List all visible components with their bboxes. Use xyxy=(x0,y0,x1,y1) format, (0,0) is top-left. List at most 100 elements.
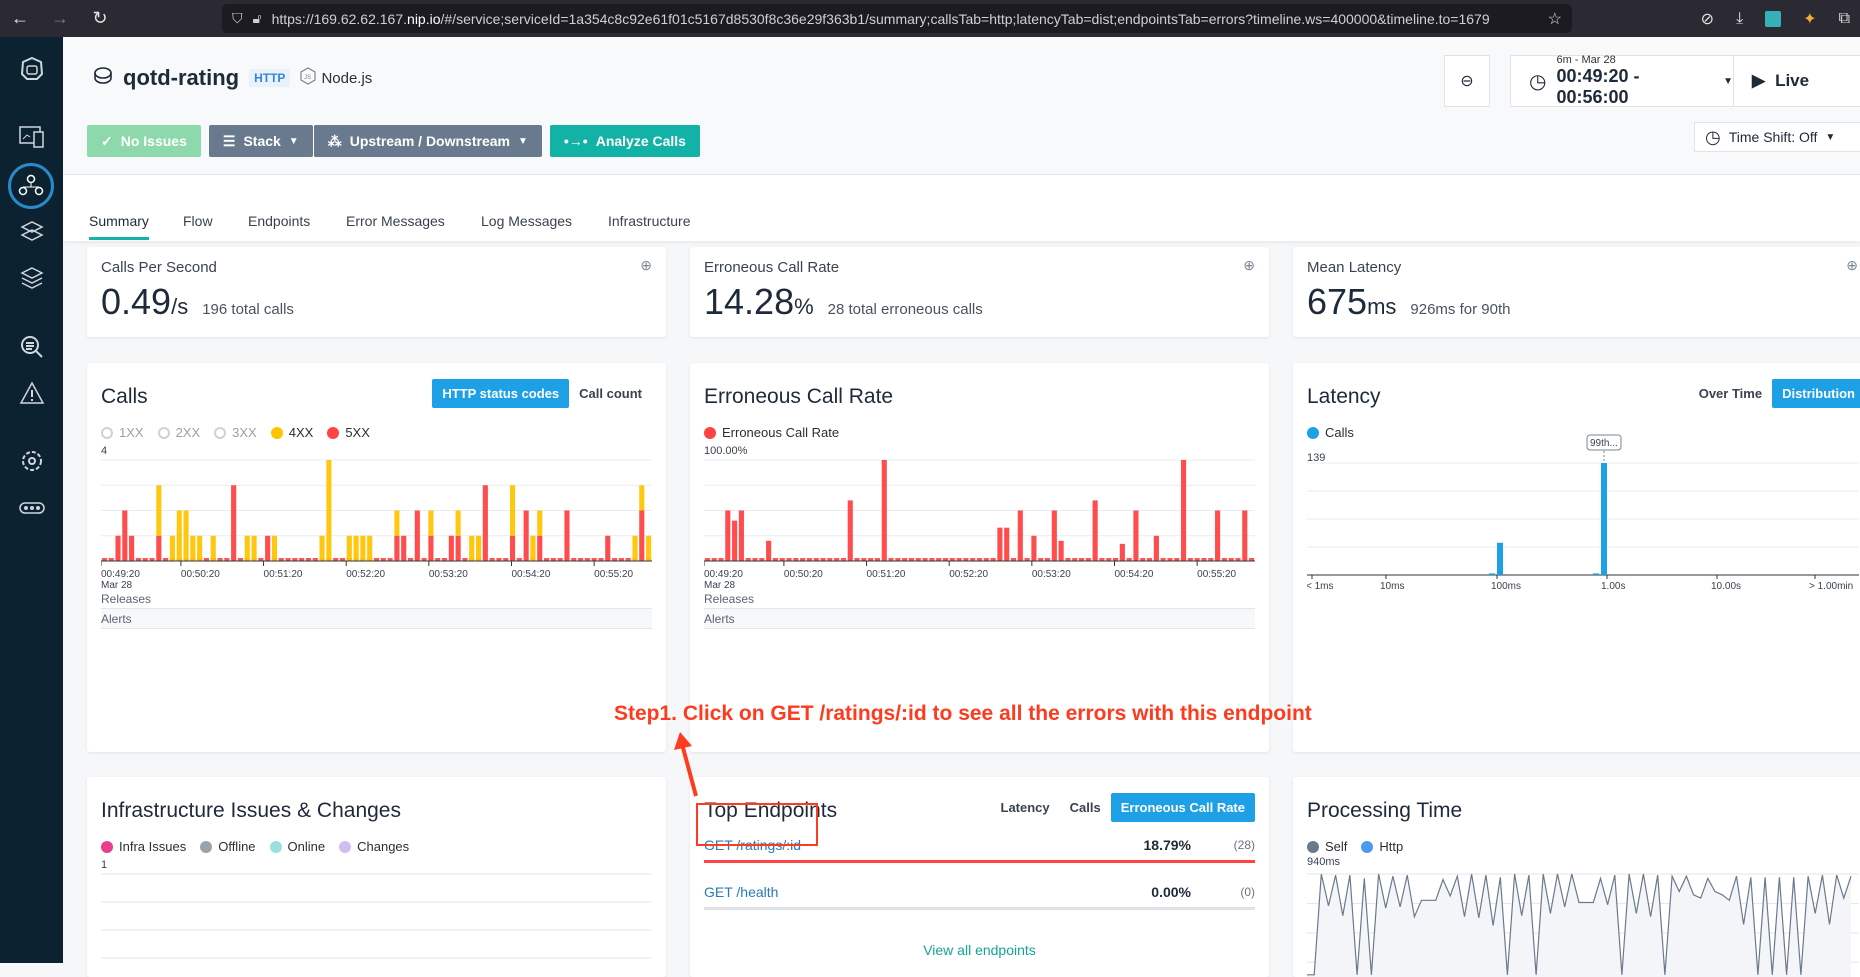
extension-brush-icon[interactable]: ✦ xyxy=(1803,9,1816,29)
more-icon[interactable] xyxy=(12,488,52,528)
technology-label: JS Node.js xyxy=(300,67,372,89)
infrastructure-layers-icon[interactable] xyxy=(12,259,52,299)
legend-4xx[interactable]: 4XX xyxy=(270,425,313,440)
legend-self[interactable]: Self xyxy=(1307,839,1347,854)
bar-4xx xyxy=(639,485,645,511)
tab-error-messages[interactable]: Error Messages xyxy=(346,213,445,229)
tab-log-messages[interactable]: Log Messages xyxy=(481,213,572,229)
applications-icon[interactable] xyxy=(8,163,54,209)
shield-icon[interactable]: ⛉ xyxy=(232,10,243,27)
legend-2xx[interactable]: 2XX xyxy=(157,425,200,440)
legend-online[interactable]: Online xyxy=(269,839,325,854)
bar-5xx xyxy=(523,510,529,561)
metric-sub: 28 total erroneous calls xyxy=(827,301,983,318)
latency-toggle[interactable]: Latency xyxy=(991,793,1060,822)
bar-5xx xyxy=(401,535,407,561)
legend-dot xyxy=(270,426,283,439)
bar-4xx xyxy=(353,535,359,561)
tutorial-annotation-text: Step1. Click on GET /ratings/:id to see … xyxy=(614,702,1312,725)
legend-changes[interactable]: Changes xyxy=(339,839,409,854)
x-tick-label: 00:50:20 xyxy=(784,569,823,580)
http-status-codes-toggle[interactable]: HTTP status codes xyxy=(432,379,570,408)
no-issues-button[interactable]: ✓ No Issues xyxy=(87,125,201,157)
legend-dot xyxy=(200,840,213,853)
x-tick-label: 10.00s xyxy=(1711,581,1741,592)
websites-mobile-icon[interactable] xyxy=(12,117,52,157)
latency-bar xyxy=(1593,573,1599,575)
address-bar[interactable]: ⛉ 🔓︎ https://169.62.62.167.nip.io/#/serv… xyxy=(222,4,1572,33)
lock-warning-icon[interactable]: 🔓︎ xyxy=(253,10,262,27)
legend-http[interactable]: Http xyxy=(1361,839,1403,854)
infra-legend: Infra Issues Offline Online Changes xyxy=(101,839,409,854)
metric-value: 675 xyxy=(1307,281,1368,322)
x-tick-label: 00:52:20 xyxy=(949,569,988,580)
download-icon[interactable]: ⤓ xyxy=(1736,10,1743,28)
legend-dot xyxy=(339,840,352,853)
view-all-endpoints-link[interactable]: View all endpoints xyxy=(690,942,1269,958)
zoom-in-icon[interactable]: ⊕ xyxy=(1243,257,1255,274)
time-range-picker[interactable]: ◷ 6m - Mar 28 00:49:20 - 00:56:00 ▼ xyxy=(1510,54,1734,107)
analyze-calls-button[interactable]: •→• Analyze Calls xyxy=(549,125,700,157)
legend-infra-issues[interactable]: Infra Issues xyxy=(101,839,186,854)
bar-5xx xyxy=(455,535,461,561)
legend-offline[interactable]: Offline xyxy=(200,839,256,854)
pocket-icon[interactable]: ⊘ xyxy=(1701,9,1714,29)
stack-dropdown[interactable]: ☰ Stack ▼ xyxy=(208,125,313,157)
x-tick-label: 100ms xyxy=(1491,581,1521,592)
bar-4xx xyxy=(469,535,475,561)
bar-4xx xyxy=(367,535,373,561)
bar-4xx xyxy=(197,535,203,561)
bar-5xx xyxy=(122,510,128,561)
distribution-toggle[interactable]: Distribution xyxy=(1772,379,1860,408)
upstream-downstream-dropdown[interactable]: ⁂ Upstream / Downstream ▼ xyxy=(312,125,542,157)
bar-4xx xyxy=(326,460,332,561)
reload-icon[interactable]: ↻ xyxy=(80,8,120,29)
over-time-toggle[interactable]: Over Time xyxy=(1689,379,1772,408)
x-tick-label: 00:54:20 xyxy=(511,569,550,580)
bookmark-star-icon[interactable]: ☆ xyxy=(1548,9,1562,29)
legend-erroneous-call-rate[interactable]: Erroneous Call Rate xyxy=(704,425,839,440)
zoom-in-icon[interactable]: ⊕ xyxy=(1846,257,1858,274)
back-icon[interactable]: ← xyxy=(0,8,40,29)
x-tick-label: 1.00s xyxy=(1601,581,1625,592)
erroneous-call-rate-toggle[interactable]: Erroneous Call Rate xyxy=(1110,793,1255,822)
infrastructure-issues-card: Infrastructure Issues & Changes Infra Is… xyxy=(87,777,666,977)
events-warning-icon[interactable] xyxy=(12,373,52,413)
bar-5xx xyxy=(156,535,162,561)
time-shift-dropdown[interactable]: ◷ Time Shift: Off ▼ xyxy=(1694,122,1860,152)
save-extension-icon[interactable] xyxy=(1765,10,1782,27)
service-title: qotd-rating HTTP JS Node.js xyxy=(93,65,372,91)
x-tick-label: 00:52:20 xyxy=(346,569,385,580)
x-tick-label: < 1ms xyxy=(1307,581,1334,592)
bar-4xx xyxy=(360,535,366,561)
platforms-icon[interactable] xyxy=(12,213,52,253)
settings-gear-icon[interactable] xyxy=(12,441,52,481)
zoom-in-icon[interactable]: ⊕ xyxy=(640,257,652,274)
bar-erroneous-call-rate xyxy=(1242,510,1248,561)
bar-4xx xyxy=(537,510,543,536)
legend-1xx[interactable]: 1XX xyxy=(101,425,144,440)
instana-logo-icon[interactable] xyxy=(12,49,52,89)
error-legend: Erroneous Call Rate xyxy=(704,425,839,440)
calls-toggle[interactable]: Calls xyxy=(1060,793,1111,822)
bar-erroneous-call-rate xyxy=(1133,510,1139,561)
live-button[interactable]: ▶ Live xyxy=(1733,55,1860,107)
processing-time-card: Processing Time Self Http 940ms xyxy=(1293,777,1860,977)
tab-endpoints[interactable]: Endpoints xyxy=(248,213,310,229)
tab-summary[interactable]: Summary xyxy=(89,213,149,240)
endpoint-row[interactable]: GET /health 0.00% (0) xyxy=(704,878,1255,906)
bar-erroneous-call-rate xyxy=(1092,500,1098,561)
x-tick-label: 00:55:20 xyxy=(594,569,633,580)
call-count-toggle[interactable]: Call count xyxy=(569,379,652,408)
x-tick-label: 00:53:20 xyxy=(1032,569,1071,580)
legend-3xx[interactable]: 3XX xyxy=(214,425,257,440)
tab-flow[interactable]: Flow xyxy=(183,213,213,229)
bar-4xx xyxy=(183,510,189,561)
endpoint-link-health[interactable]: GET /health xyxy=(704,884,1111,900)
extensions-puzzle-icon[interactable]: ⧉ xyxy=(1839,10,1850,28)
analytics-search-icon[interactable] xyxy=(12,327,52,367)
forward-icon[interactable]: → xyxy=(40,8,80,29)
copy-link-button[interactable]: ⊖ xyxy=(1444,55,1490,107)
tab-infrastructure[interactable]: Infrastructure xyxy=(608,213,690,229)
legend-5xx[interactable]: 5XX xyxy=(327,425,370,440)
